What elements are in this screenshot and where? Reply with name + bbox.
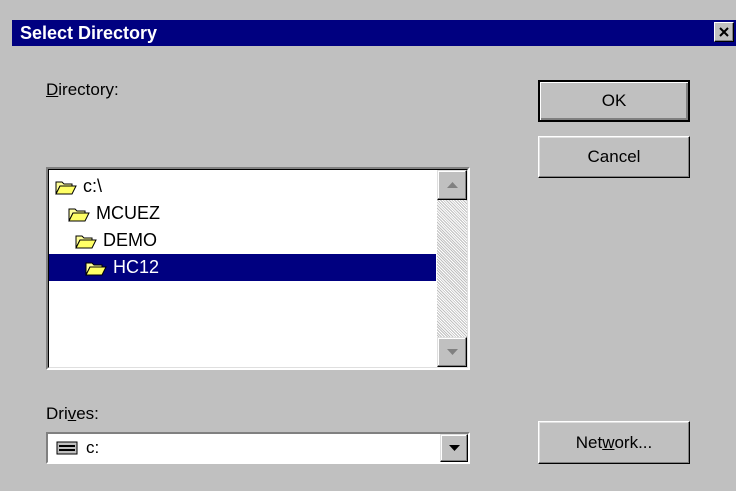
drives-selected-value: c: bbox=[86, 438, 100, 457]
scroll-up-button[interactable] bbox=[437, 170, 467, 200]
ok-button[interactable]: OK bbox=[538, 80, 690, 122]
window-title: Select Directory bbox=[20, 23, 158, 43]
close-icon bbox=[719, 27, 729, 37]
scroll-down-arrow-icon bbox=[447, 349, 458, 355]
open-folder-icon bbox=[85, 262, 107, 276]
dropdown-arrow-icon bbox=[449, 445, 460, 451]
drive-icon bbox=[56, 441, 78, 455]
network-button[interactable]: Network... bbox=[538, 421, 690, 464]
open-folder-icon bbox=[68, 208, 90, 222]
scroll-down-button[interactable] bbox=[437, 337, 467, 367]
cancel-button[interactable]: Cancel bbox=[538, 136, 690, 178]
close-button[interactable] bbox=[714, 22, 734, 42]
list-item-selected[interactable]: HC12 bbox=[49, 254, 436, 281]
open-folder-icon bbox=[75, 235, 97, 249]
network-label: Network... bbox=[575, 433, 653, 452]
scroll-up-arrow-icon bbox=[447, 182, 458, 188]
drives-dropdown[interactable]: c: bbox=[46, 432, 470, 464]
list-item[interactable]: c:\ bbox=[55, 173, 102, 200]
drives-dropdown-button[interactable] bbox=[440, 434, 468, 462]
ok-label: OK bbox=[601, 91, 627, 110]
title-bar: Select Directory bbox=[12, 20, 736, 46]
vertical-scrollbar[interactable] bbox=[437, 170, 467, 367]
directory-listbox[interactable]: c:\ MCUEZ DEMO HC12 bbox=[46, 167, 470, 370]
open-folder-icon bbox=[55, 181, 77, 195]
drives-label: Drives: bbox=[46, 404, 99, 423]
list-item[interactable]: DEMO bbox=[75, 227, 157, 254]
list-item[interactable]: MCUEZ bbox=[68, 200, 160, 227]
cancel-label: Cancel bbox=[587, 147, 641, 166]
directory-label: Directory: bbox=[46, 80, 119, 99]
